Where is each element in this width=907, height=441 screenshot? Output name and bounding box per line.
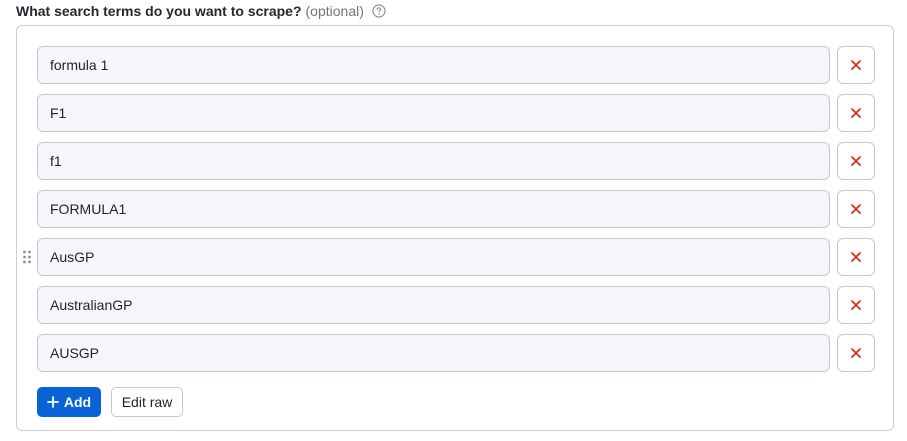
term-row (37, 94, 875, 132)
remove-term-button[interactable] (837, 334, 875, 372)
term-input[interactable] (37, 94, 830, 132)
close-icon (851, 204, 861, 214)
term-row (37, 334, 875, 372)
remove-term-button[interactable] (837, 190, 875, 228)
add-label: Add (63, 394, 92, 410)
question-circle-icon[interactable] (372, 4, 386, 18)
plus-icon (46, 396, 59, 408)
term-row (37, 190, 875, 228)
close-icon (851, 252, 861, 262)
close-icon (851, 108, 861, 118)
close-icon (851, 300, 861, 310)
term-input[interactable] (37, 286, 830, 324)
term-input[interactable] (37, 190, 830, 228)
term-input[interactable] (37, 46, 830, 84)
search-terms-panel: Add Edit raw (16, 25, 894, 431)
field-label-row: What search terms do you want to scrape?… (16, 2, 386, 20)
close-icon (851, 348, 861, 358)
term-row (37, 46, 875, 84)
field-label: What search terms do you want to scrape? (16, 3, 302, 19)
close-icon (851, 60, 861, 70)
add-term-button[interactable]: Add (37, 387, 101, 417)
close-icon (851, 156, 861, 166)
remove-term-button[interactable] (837, 238, 875, 276)
term-input[interactable] (37, 334, 830, 372)
drag-handle-icon[interactable] (22, 249, 32, 265)
term-row (23, 238, 875, 276)
remove-term-button[interactable] (837, 94, 875, 132)
term-row (37, 286, 875, 324)
remove-term-button[interactable] (837, 142, 875, 180)
optional-hint: (optional) (305, 3, 364, 19)
term-row (37, 142, 875, 180)
remove-term-button[interactable] (837, 46, 875, 84)
term-input[interactable] (37, 238, 830, 276)
edit-raw-button[interactable]: Edit raw (111, 387, 183, 417)
term-input[interactable] (37, 142, 830, 180)
remove-term-button[interactable] (837, 286, 875, 324)
